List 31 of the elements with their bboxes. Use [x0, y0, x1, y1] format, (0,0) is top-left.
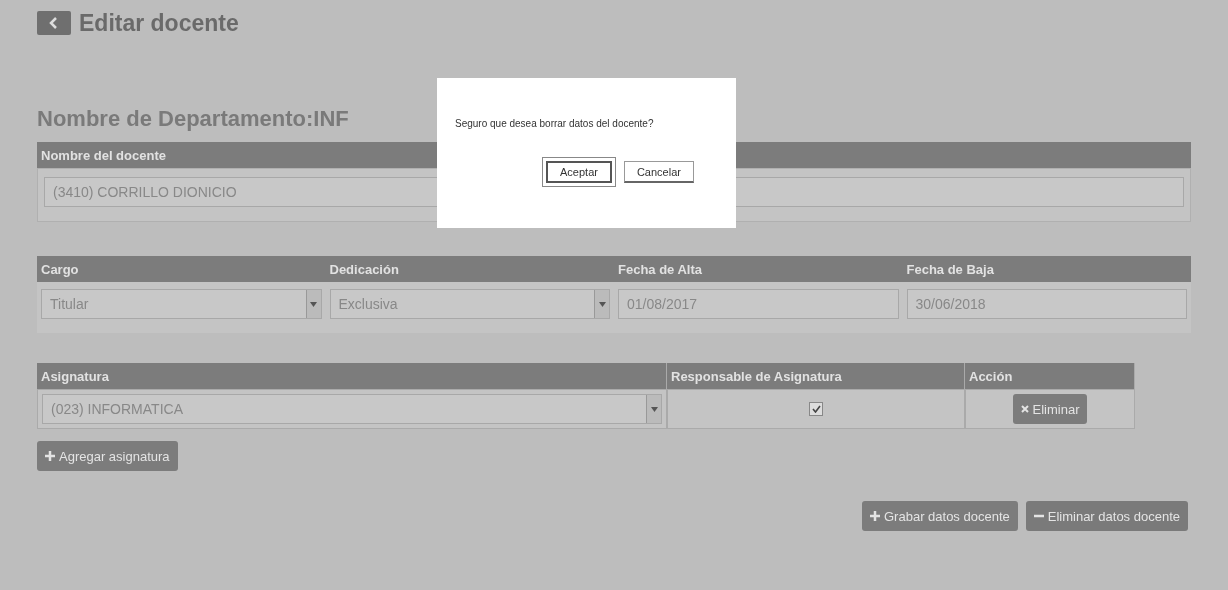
column-title: Cargo: [40, 261, 79, 277]
select-field[interactable]: Exclusiva: [329, 289, 610, 319]
checkbox[interactable]: [809, 402, 823, 416]
column-title: Fecha de Baja: [905, 261, 994, 277]
select-field[interactable]: (023) INFORMATICA: [42, 394, 662, 424]
delete-button[interactable]: Eliminar: [1012, 394, 1088, 424]
section-title: Nombre del docente: [40, 147, 166, 163]
save-button[interactable]: Grabar datos docente: [862, 501, 1018, 531]
caret-down-icon: [310, 301, 317, 307]
add-button[interactable]: Agregar asignatura: [37, 441, 178, 471]
dialog-button[interactable]: Cancelar: [623, 161, 694, 183]
column-title: Dedicación: [328, 261, 399, 277]
minus-icon: [1033, 514, 1044, 518]
column-title: Acción: [968, 368, 1013, 384]
column-title: Fecha de Alta: [617, 261, 703, 277]
date-field[interactable]: 01/08/2017: [618, 289, 899, 319]
delete-button[interactable]: Eliminar datos docente: [1025, 501, 1188, 531]
chevron-left-icon: [49, 17, 59, 29]
close-icon: [1020, 405, 1029, 413]
plus-icon: [870, 511, 880, 521]
caret-down-icon: [650, 406, 658, 412]
caret-down-icon: [598, 301, 606, 307]
plus-icon: [45, 451, 55, 461]
select-field[interactable]: Titular: [41, 289, 322, 319]
department-heading: Nombre de Departamento:INF: [37, 106, 349, 132]
column-title: Asignatura: [40, 368, 109, 384]
back-button[interactable]: [37, 11, 71, 35]
dialog-message: Seguro que desea borrar datos del docente?: [455, 118, 655, 129]
page-title: Editar docente: [79, 9, 239, 37]
date-field[interactable]: 30/06/2018: [906, 289, 1187, 319]
column-title: Responsable de Asignatura: [670, 368, 842, 384]
